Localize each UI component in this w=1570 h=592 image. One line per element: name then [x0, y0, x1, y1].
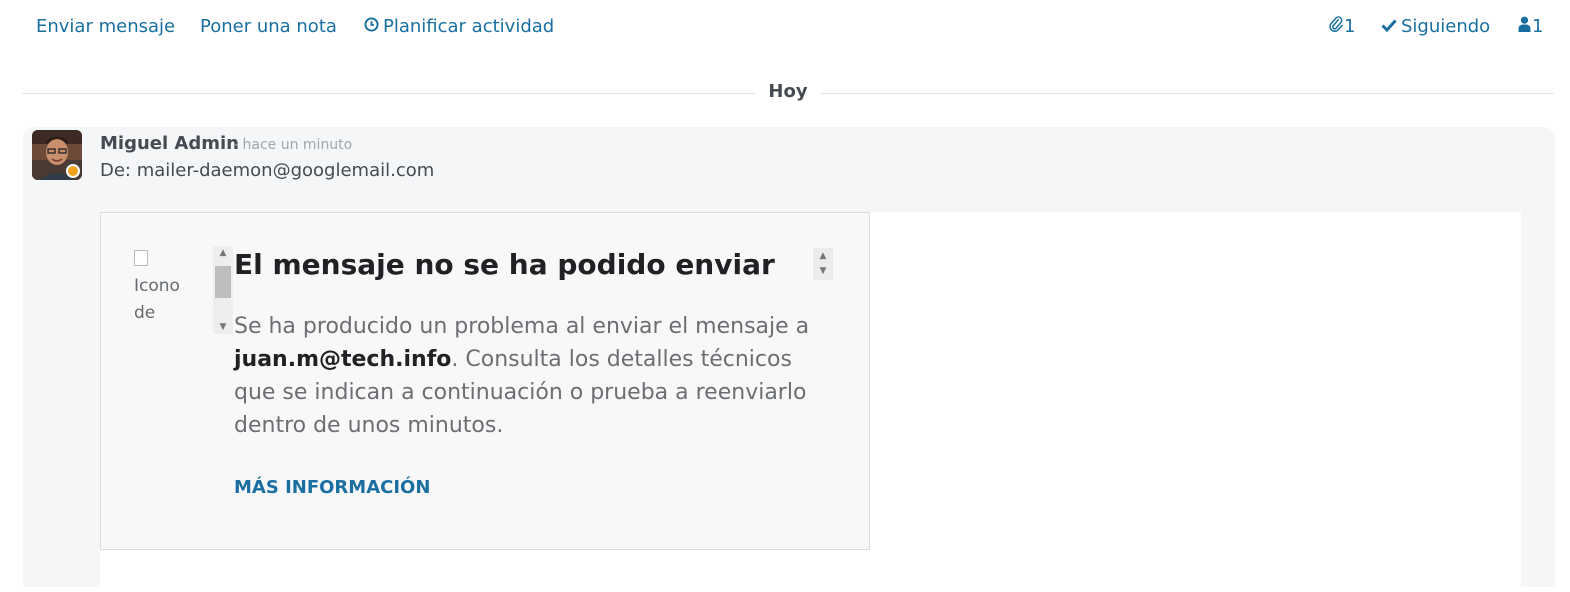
following-button[interactable]: Siguiendo: [1381, 15, 1490, 39]
followers-count: 1: [1532, 16, 1544, 37]
log-note-button[interactable]: Poner una nota: [200, 15, 337, 39]
more-info-link[interactable]: MÁS INFORMACIÓN: [234, 476, 430, 500]
bounce-description: Se ha producido un problema al enviar el…: [234, 310, 834, 442]
image-placeholder-icon: [134, 250, 148, 266]
schedule-activity-label: Planificar actividad: [383, 16, 555, 37]
separator-line-right: [820, 93, 1554, 94]
scrollbar-thumb[interactable]: [215, 266, 231, 298]
paperclip-icon: [1328, 15, 1343, 39]
bounce-text-before: Se ha producido un problema al enviar el…: [234, 314, 810, 339]
separator-line-left: [22, 93, 756, 94]
date-separator: Hoy: [768, 81, 808, 102]
broken-image-alt: Icono de: [134, 276, 180, 323]
following-label: Siguiendo: [1401, 16, 1491, 37]
scroll-up-icon[interactable]: ▲: [213, 246, 233, 260]
followers-button[interactable]: 1: [1518, 15, 1543, 39]
message-author[interactable]: Miguel Admin: [100, 132, 239, 156]
message-from: De: mailer-daemon@googlemail.com: [100, 160, 435, 181]
message-body: Icono de ▲ ▼ ▲ ▼ El mensaje no se ha pod…: [100, 212, 1521, 592]
clock-icon: [364, 15, 379, 39]
send-message-button[interactable]: Enviar mensaje: [36, 15, 175, 39]
chatter-message: Miguel Admin - hace un minuto De: mailer…: [23, 127, 1555, 592]
spin-scroller[interactable]: ▲ ▼: [813, 248, 833, 280]
check-icon: [1381, 15, 1397, 39]
avatar[interactable]: [32, 130, 82, 180]
message-timestamp: - hace un minuto: [233, 137, 353, 153]
user-icon: [1518, 15, 1531, 39]
spin-down-icon[interactable]: ▼: [813, 265, 833, 277]
chatter-topbar: Enviar mensaje Poner una nota Planificar…: [0, 0, 1570, 56]
spin-up-icon[interactable]: ▲: [813, 250, 833, 262]
vertical-scrollbar[interactable]: ▲ ▼: [213, 246, 233, 334]
attachments-count: 1: [1344, 16, 1356, 37]
bounce-title: El mensaje no se ha podido enviar: [234, 248, 775, 281]
presence-status-icon: [66, 164, 80, 178]
bounce-recipient: juan.m@tech.info: [234, 347, 452, 372]
broken-image-icon: Icono de: [134, 246, 189, 327]
attachments-button[interactable]: 1: [1328, 15, 1355, 39]
schedule-activity-button[interactable]: Planificar actividad: [364, 15, 554, 39]
bounce-notice: Icono de ▲ ▼ ▲ ▼ El mensaje no se ha pod…: [100, 212, 870, 550]
scroll-down-icon[interactable]: ▼: [213, 320, 233, 334]
